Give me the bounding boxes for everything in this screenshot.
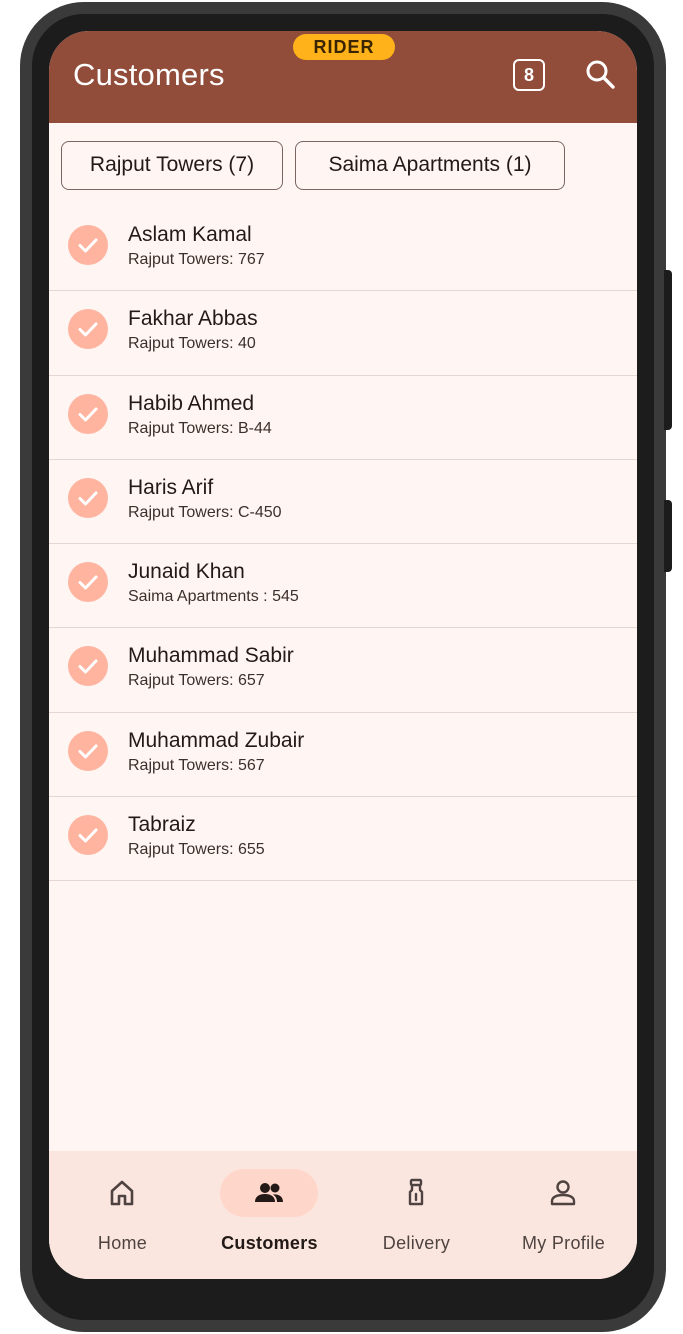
- rider-badge: RIDER: [293, 34, 395, 60]
- check-icon: [68, 815, 108, 856]
- bottom-navigation: Home Customers Delivery My Profile: [49, 1151, 637, 1279]
- nav-customers-label: Customers: [221, 1233, 318, 1253]
- check-icon: [68, 562, 108, 603]
- customer-address: Rajput Towers: C-450: [128, 503, 282, 521]
- filter-chip-saima-apartments[interactable]: Saima Apartments (1): [295, 141, 565, 190]
- check-icon: [68, 477, 108, 518]
- person-icon: [547, 1177, 579, 1209]
- customer-name: Aslam Kamal: [128, 223, 252, 246]
- nav-delivery[interactable]: Delivery: [343, 1151, 490, 1279]
- customer-name: Tabraiz: [128, 813, 196, 837]
- check-icon: [68, 730, 108, 771]
- home-icon: [106, 1177, 138, 1209]
- customer-address: Rajput Towers: B-44: [128, 419, 272, 437]
- customer-address: Saima Apartments : 545: [128, 588, 299, 606]
- list-item[interactable]: Junaid Khan Saima Apartments : 545: [49, 544, 637, 629]
- nav-home[interactable]: Home: [49, 1151, 196, 1279]
- nav-delivery-label: Delivery: [382, 1233, 451, 1253]
- app-bar: Customers RIDER 8: [49, 31, 637, 123]
- page-title: Customers: [73, 57, 225, 92]
- nav-my-profile-label: My Profile: [521, 1233, 605, 1253]
- customer-address: Rajput Towers: 40: [128, 335, 256, 353]
- check-icon: [68, 393, 108, 434]
- customer-name: Habib Ahmed: [128, 391, 255, 415]
- list-item[interactable]: Tabraiz Rajput Towers: 655: [49, 797, 637, 882]
- list-item[interactable]: Aslam Kamal Rajput Towers: 767: [49, 207, 637, 292]
- check-icon: [68, 225, 108, 265]
- list-item[interactable]: Muhammad Zubair Rajput Towers: 567: [49, 713, 637, 798]
- customer-name: Haris Arif: [128, 475, 214, 499]
- customer-address: Rajput Towers: 657: [128, 672, 265, 690]
- list-item[interactable]: Muhammad Sabir Rajput Towers: 657: [49, 628, 637, 713]
- customer-name: Fakhar Abbas: [128, 307, 258, 331]
- app-screen: Customers RIDER 8 Rajput Towers (7) Saim…: [49, 31, 637, 1279]
- check-icon: [68, 646, 108, 687]
- power-button: [664, 500, 672, 572]
- people-icon: [253, 1177, 285, 1209]
- check-icon: [68, 309, 108, 350]
- customer-list: Aslam Kamal Rajput Towers: 767 Fakhar Ab…: [49, 207, 637, 882]
- customer-name: Junaid Khan: [128, 560, 245, 584]
- customer-address: Rajput Towers: 655: [128, 841, 265, 859]
- delivery-icon: [400, 1177, 432, 1209]
- list-item[interactable]: Haris Arif Rajput Towers: C-450: [49, 460, 637, 545]
- customer-address: Rajput Towers: 567: [128, 756, 265, 774]
- nav-home-label: Home: [97, 1233, 148, 1253]
- customer-address: Rajput Towers: 767: [128, 251, 265, 268]
- customer-name: Muhammad Sabir: [128, 644, 294, 668]
- nav-customers[interactable]: Customers: [196, 1151, 343, 1279]
- volume-button: [664, 270, 672, 430]
- search-icon[interactable]: [583, 57, 617, 91]
- count-badge[interactable]: 8: [513, 59, 545, 91]
- customer-name: Muhammad Zubair: [128, 728, 305, 752]
- nav-my-profile[interactable]: My Profile: [490, 1151, 637, 1279]
- filter-chip-rajput-towers[interactable]: Rajput Towers (7): [61, 141, 283, 190]
- list-item[interactable]: Fakhar Abbas Rajput Towers: 40: [49, 291, 637, 376]
- list-item[interactable]: Habib Ahmed Rajput Towers: B-44: [49, 376, 637, 460]
